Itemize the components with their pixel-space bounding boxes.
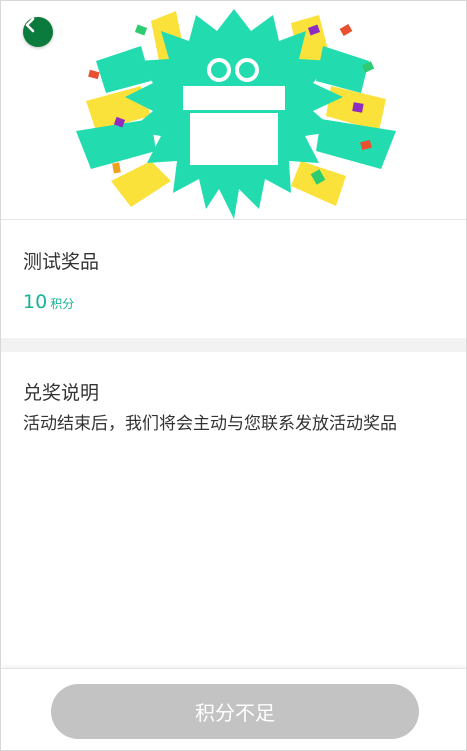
chevron-left-icon bbox=[25, 17, 35, 33]
confetti bbox=[339, 24, 353, 36]
prize-points: 10 积分 bbox=[23, 291, 74, 313]
back-button[interactable] bbox=[23, 17, 53, 47]
confetti bbox=[352, 102, 364, 113]
prize-banner bbox=[1, 1, 466, 220]
confetti bbox=[134, 24, 148, 36]
app-screen: 测试奖品 10 积分 兑奖说明 活动结束后，我们将会主动与您联系发放活动奖品 积… bbox=[0, 0, 467, 751]
points-value: 10 bbox=[23, 291, 48, 313]
section-divider bbox=[1, 338, 466, 352]
confetti bbox=[88, 69, 100, 80]
prize-info-section bbox=[1, 220, 466, 338]
rules-title: 兑奖说明 bbox=[23, 382, 100, 404]
gift-burst-illustration bbox=[76, 9, 396, 219]
teal-ray bbox=[96, 46, 151, 93]
redeem-button[interactable]: 积分不足 bbox=[51, 684, 419, 739]
rules-description: 活动结束后，我们将会主动与您联系发放活动奖品 bbox=[23, 414, 397, 434]
points-unit: 积分 bbox=[50, 297, 75, 311]
confetti bbox=[112, 162, 121, 174]
prize-name: 测试奖品 bbox=[23, 251, 100, 273]
